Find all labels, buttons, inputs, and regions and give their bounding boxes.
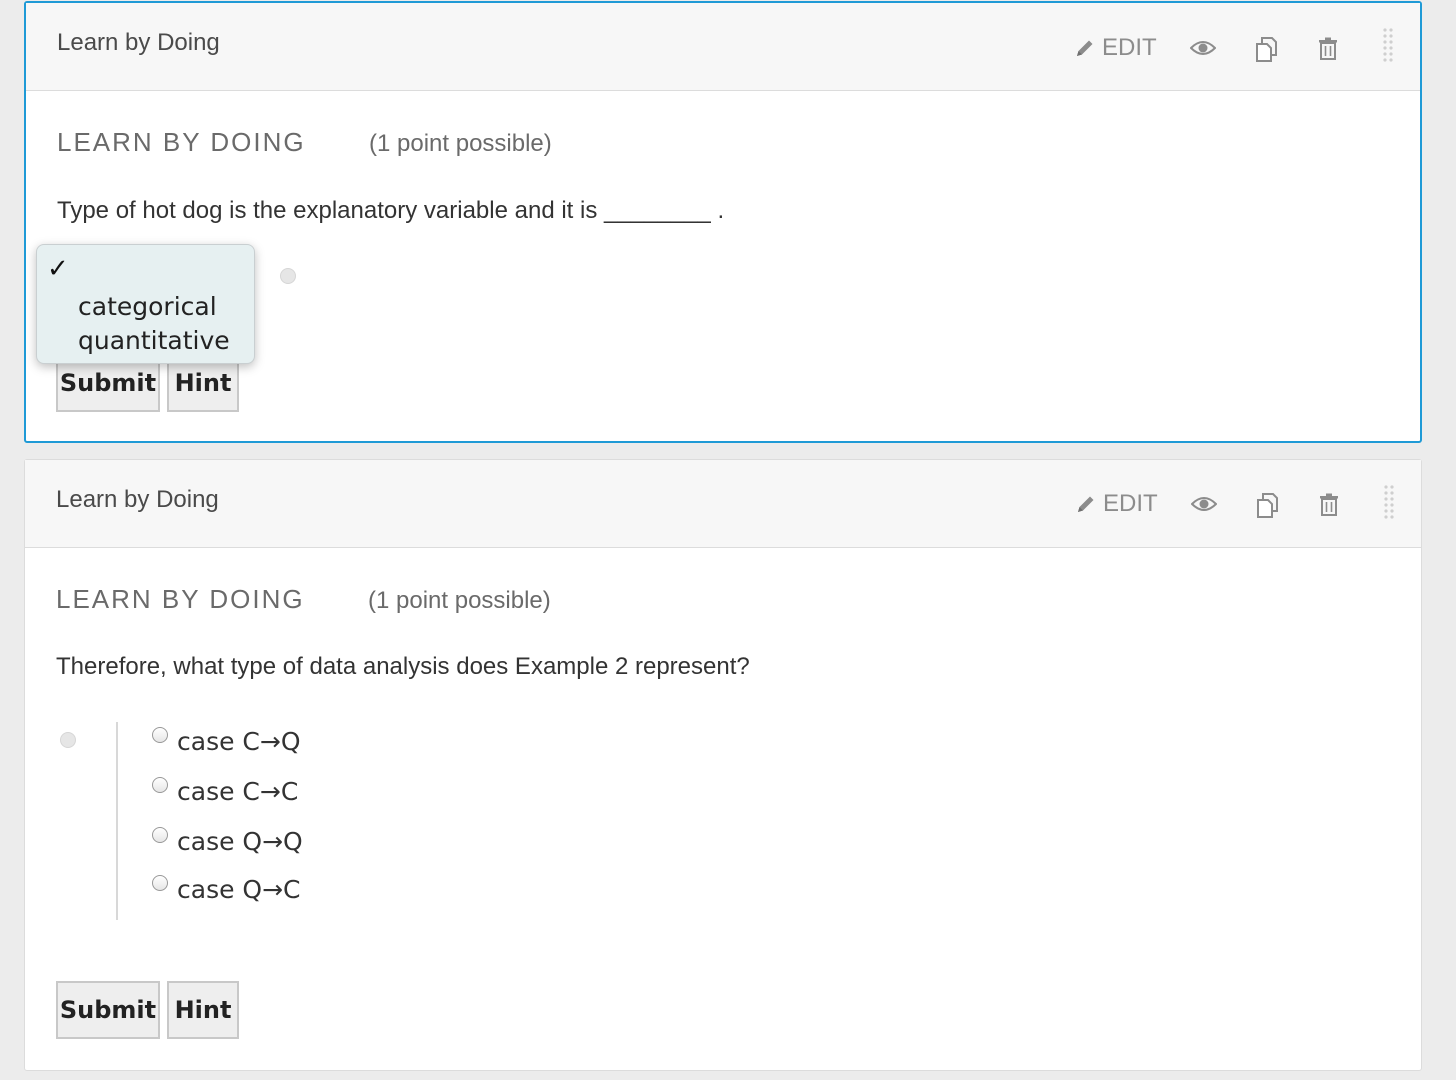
duplicate-icon: [1256, 37, 1277, 62]
preview-button[interactable]: [1190, 495, 1218, 518]
problem-heading: LEARN BY DOING: [57, 127, 306, 157]
duplicate-button[interactable]: [1254, 35, 1280, 68]
card-header: Learn by Doing EDIT: [26, 3, 1420, 91]
eye-icon: [1190, 497, 1218, 511]
answer-dropdown-menu[interactable]: ✓ categorical quantitative: [36, 244, 255, 364]
card-header: Learn by Doing EDIT: [25, 460, 1421, 548]
hint-button[interactable]: Hint: [167, 981, 239, 1039]
problem-heading: LEARN BY DOING: [56, 584, 305, 614]
card-actions: EDIT: [1061, 460, 1421, 548]
drag-handle-icon: [1383, 28, 1393, 62]
dropdown-option-quantitative[interactable]: quantitative: [78, 326, 230, 355]
choice-case-q-q[interactable]: case Q→Q: [152, 826, 352, 856]
points-possible: (1 point possible): [368, 587, 551, 614]
trash-icon: [1320, 493, 1338, 516]
edit-label: EDIT: [1102, 34, 1157, 61]
checkmark-icon: ✓: [47, 253, 69, 283]
delete-button[interactable]: [1319, 493, 1339, 522]
radio-button[interactable]: [152, 826, 168, 843]
card-actions: EDIT: [1060, 3, 1420, 91]
edit-button[interactable]: EDIT: [1075, 490, 1158, 518]
choice-case-c-c[interactable]: case C→C: [152, 776, 352, 806]
duplicate-button[interactable]: [1255, 491, 1281, 524]
choice-case-c-q[interactable]: case C→Q: [152, 726, 352, 756]
radio-button[interactable]: [152, 776, 168, 793]
choice-case-q-c[interactable]: case Q→C: [152, 874, 352, 904]
delete-button[interactable]: [1318, 37, 1338, 66]
drag-handle[interactable]: [1383, 484, 1395, 525]
choice-label: case C→C: [177, 777, 299, 806]
dropdown-option-categorical[interactable]: categorical: [78, 292, 217, 321]
preview-button[interactable]: [1189, 39, 1217, 62]
edit-label: EDIT: [1103, 490, 1158, 517]
eye-icon: [1189, 41, 1217, 55]
choice-label: case C→Q: [177, 727, 301, 756]
card-title: Learn by Doing: [57, 29, 220, 56]
drag-handle-icon: [1384, 485, 1394, 519]
problem-card-2: Learn by Doing EDIT LEARN BY DOING (1 po…: [24, 459, 1422, 1071]
question-text: Therefore, what type of data analysis do…: [56, 653, 750, 680]
radio-button[interactable]: [152, 874, 168, 891]
question-text: Type of hot dog is the explanatory varia…: [57, 197, 725, 224]
trash-icon: [1319, 37, 1337, 60]
duplicate-icon: [1257, 493, 1278, 518]
status-indicator: [60, 732, 76, 748]
points-possible: (1 point possible): [369, 130, 552, 157]
answer-choices: case C→Q case C→C case Q→Q case Q→C: [116, 722, 303, 920]
radio-button[interactable]: [152, 726, 168, 743]
status-indicator: [280, 268, 296, 284]
submit-button[interactable]: Submit: [56, 981, 160, 1039]
pencil-icon: [1078, 496, 1094, 512]
pencil-icon: [1077, 40, 1093, 56]
problem-card-1: Learn by Doing EDIT LEARN BY DOING (1 po…: [24, 1, 1422, 443]
edit-button[interactable]: EDIT: [1074, 34, 1157, 62]
choice-label: case Q→C: [177, 875, 301, 904]
choice-label: case Q→Q: [177, 827, 303, 856]
drag-handle[interactable]: [1382, 27, 1394, 68]
card-title: Learn by Doing: [56, 486, 219, 513]
